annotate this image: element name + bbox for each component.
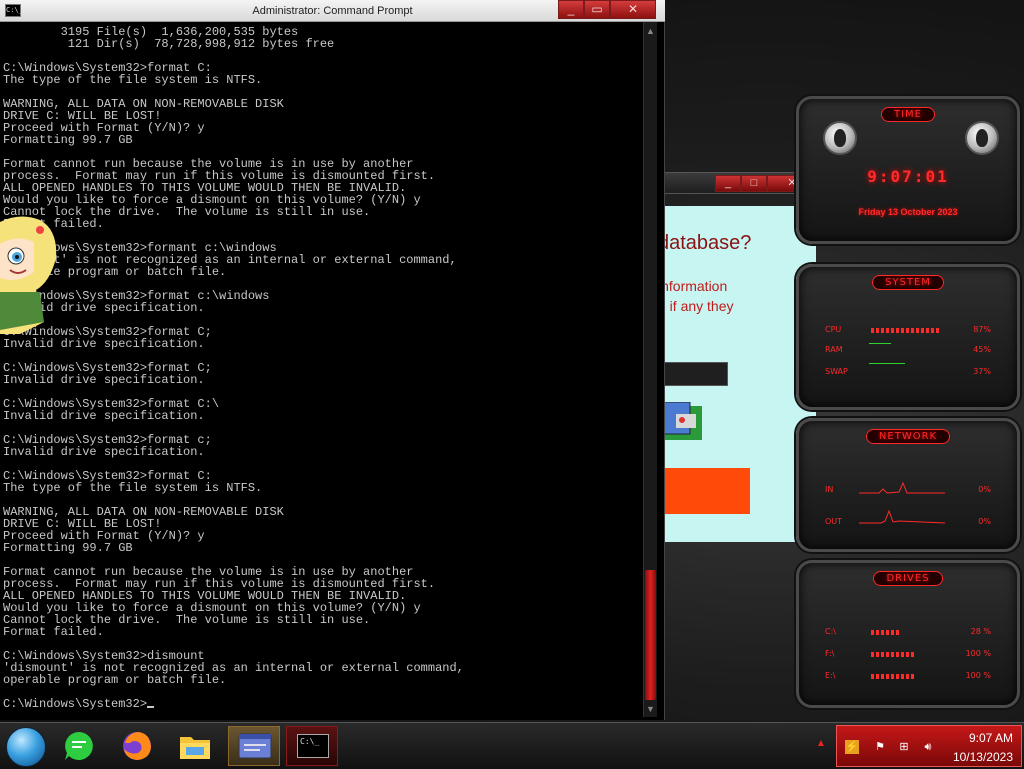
ram-value: 45% (973, 345, 991, 354)
system-gadget[interactable]: SYSTEM CPU 87% RAM 45% SWAP 37% (796, 264, 1020, 410)
system-gadget-title: SYSTEM (799, 275, 1017, 290)
drive-c-row: C:\ 28 % (825, 627, 991, 639)
cpu-label: CPU (825, 325, 842, 334)
drives-gadget-title: DRIVES (799, 571, 1017, 586)
console-line: Format failed. (3, 625, 104, 639)
background-dialog-maximize-button[interactable]: □ (741, 175, 767, 192)
scroll-up-icon[interactable]: ▲ (644, 24, 657, 38)
drive-f-row: F:\ 100 % (825, 649, 991, 661)
text-cursor (147, 706, 155, 708)
drive-c-label: C:\ (825, 627, 836, 636)
network-in-value: 0% (978, 485, 991, 494)
cartoon-character-sticker (0, 216, 57, 334)
console-line: Invalid drive specification. (3, 337, 205, 351)
cpu-row: CPU 87% (825, 325, 991, 337)
ram-row: RAM 45% (825, 345, 991, 357)
alien-head-right-icon (965, 121, 999, 155)
show-hidden-icons-icon[interactable]: ▲ (815, 739, 827, 749)
firefox-icon[interactable] (120, 729, 154, 763)
swap-value: 37% (973, 367, 991, 376)
dialog-input-field[interactable] (658, 362, 728, 386)
network-in-label: IN (825, 485, 834, 494)
taskbar: C:\_ ▲ ⚡ ⚑ ⊞ 🔊︎ 9:07 AM 10/13/2023 (0, 722, 1024, 769)
network-gadget-title: NETWORK (799, 429, 1017, 444)
drive-c-usage-bar (871, 630, 901, 635)
network-out-label: OUT (825, 517, 843, 526)
ram-graph-line (869, 343, 891, 344)
command-prompt-taskbar-icon: C:\_ (297, 734, 329, 758)
drive-e-row: E:\ 100 % (825, 671, 991, 683)
minimize-button[interactable]: _ (558, 0, 584, 19)
background-dialog-titlebar[interactable]: _ □ ✕ (640, 172, 820, 194)
taskbar-clock-date[interactable]: 10/13/2023 (953, 750, 1013, 764)
console-scrollbar[interactable]: ▲ ▼ (643, 22, 657, 717)
network-icon[interactable]: ⊞ (897, 740, 911, 754)
taskbar-window-app-button[interactable] (228, 726, 280, 766)
drive-c-value: 28 % (970, 627, 991, 636)
drive-f-label: F:\ (825, 649, 835, 658)
chat-icon[interactable] (62, 729, 96, 763)
background-dialog-minimize-button[interactable]: _ (715, 175, 741, 192)
background-dialog-content: database? information e if any they (658, 206, 816, 542)
swap-row: SWAP 37% (825, 367, 991, 379)
cpu-usage-bar (871, 328, 941, 333)
close-button[interactable]: ✕ (610, 0, 656, 19)
cpu-value: 87% (973, 325, 991, 334)
scrollbar-thumb[interactable] (645, 570, 656, 700)
dialog-action-button[interactable] (658, 468, 750, 514)
scroll-down-icon[interactable]: ▼ (644, 702, 657, 716)
network-in-graph (859, 481, 945, 494)
gadget-clock-date: Friday 13 October 2023 (858, 207, 958, 217)
system-tray: ⚡ ⚑ ⊞ 🔊︎ 9:07 AM 10/13/2023 (836, 725, 1022, 767)
dialog-heading: database? (658, 232, 752, 254)
console-line: The type of the file system is NTFS. (3, 73, 263, 87)
taskbar-command-prompt-button[interactable]: C:\_ (286, 726, 338, 766)
taskbar-clock-time[interactable]: 9:07 AM (969, 731, 1013, 745)
console-line: The type of the file system is NTFS. (3, 481, 263, 495)
background-dialog-window[interactable]: _ □ ✕ database? information e if any the… (640, 172, 820, 544)
file-explorer-icon[interactable] (178, 729, 212, 763)
console-line: Invalid drive specification. (3, 373, 205, 387)
dialog-text-line-1: information (658, 278, 728, 294)
drive-f-usage-bar (871, 652, 915, 657)
dialog-text-line-2: e if any they (658, 298, 734, 314)
network-gadget[interactable]: NETWORK IN 0% OUT 0% (796, 418, 1020, 552)
console-output[interactable]: 3195 File(s) 1,636,200,535 bytes 121 Dir… (3, 26, 641, 716)
network-out-value: 0% (978, 517, 991, 526)
console-prompt: C:\Windows\System32> (3, 697, 148, 711)
drive-e-usage-bar (871, 674, 915, 679)
console-line: Formatting 99.7 GB (3, 541, 133, 555)
start-orb-icon[interactable] (6, 727, 46, 767)
drive-e-label: E:\ (825, 671, 836, 680)
console-line: Invalid drive specification. (3, 409, 205, 423)
console-line: 121 Dir(s) 78,728,998,912 bytes free (67, 37, 335, 51)
swap-graph-line (869, 363, 905, 364)
gadget-clock-time: 9:07:01 (867, 167, 949, 186)
time-gadget[interactable]: TIME 9:07:01 Friday 13 October 2023 (796, 96, 1020, 244)
flag-icon[interactable]: ⚑ (873, 740, 887, 754)
command-prompt-window[interactable]: C:\_ Administrator: Command Prompt _ ▭ ✕… (0, 0, 665, 720)
app-tray-icon[interactable]: ⚡ (845, 740, 859, 754)
maximize-button[interactable]: ▭ (584, 0, 610, 19)
drive-f-value: 100 % (965, 649, 991, 658)
console-line: Invalid drive specification. (3, 445, 205, 459)
window-app-icon (238, 733, 272, 759)
ram-label: RAM (825, 345, 843, 354)
volume-icon[interactable]: 🔊︎ (921, 740, 935, 754)
command-prompt-titlebar[interactable]: C:\_ Administrator: Command Prompt _ ▭ ✕ (0, 0, 665, 22)
drive-e-value: 100 % (965, 671, 991, 680)
console-line: operable program or batch file. (3, 673, 227, 687)
network-out-graph (859, 509, 945, 524)
console-line: Formatting 99.7 GB (3, 133, 133, 147)
time-gadget-title: TIME (799, 107, 1017, 122)
swap-label: SWAP (825, 367, 848, 376)
alien-head-left-icon (823, 121, 857, 155)
drives-gadget[interactable]: DRIVES C:\ 28 % F:\ 100 % E:\ 100 % (796, 560, 1020, 708)
